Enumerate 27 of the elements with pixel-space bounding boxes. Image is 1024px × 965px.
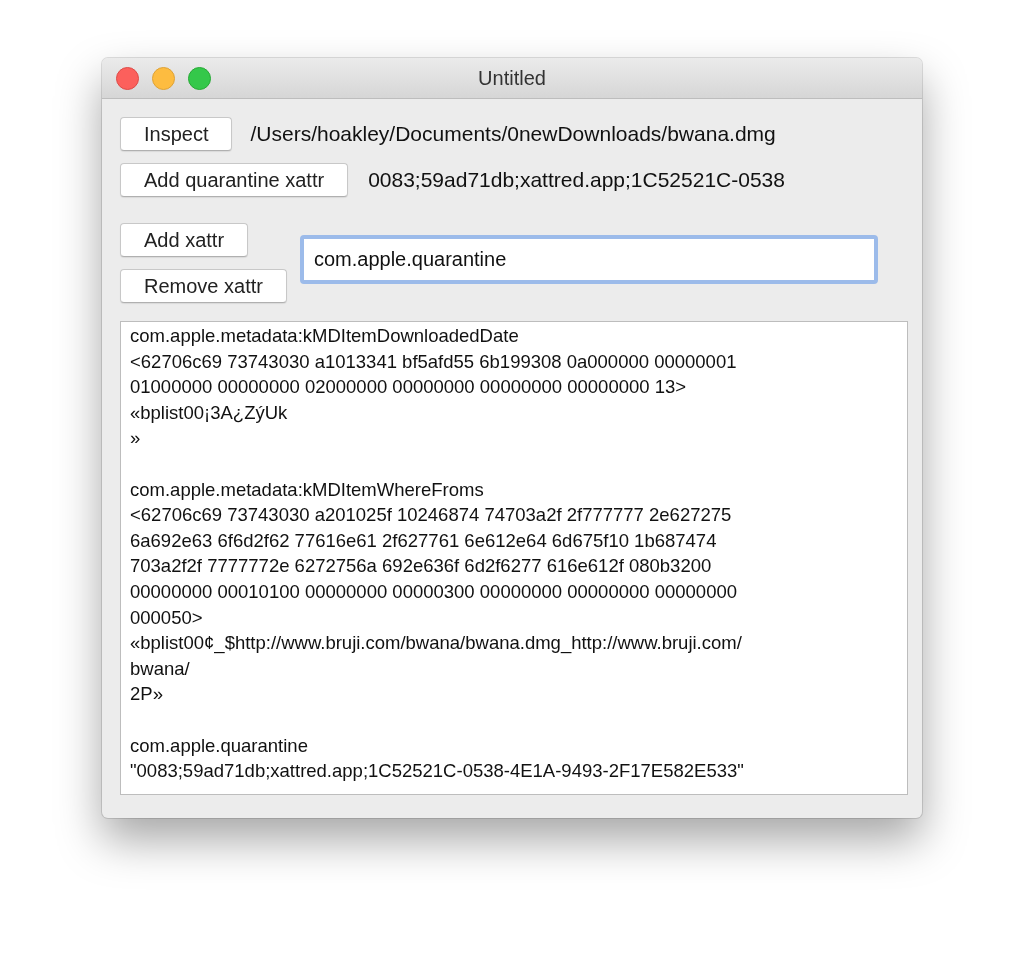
quarantine-value: 0083;59ad71db;xattred.app;1C52521C-0538 [368, 168, 785, 192]
output-line: "0083;59ad71db;xattred.app;1C52521C-0538-4E1A-9493-2F17E582E533" [130, 759, 745, 784]
output-line: com.apple.metadata:kMDItemWhereFroms [130, 477, 485, 502]
minimize-button[interactable] [152, 66, 175, 90]
output-line: «bplist00¡3A¿ZýUk [130, 400, 289, 425]
output-line: <62706c69 73743030 a1013341 bf5afd55 6b199308 0a000000 00000001 [130, 349, 738, 374]
output-line: com.apple.metadata:kMDItemDownloadedDate [130, 324, 520, 348]
xattr-name-field[interactable]: com.apple.quarantine [299, 235, 878, 284]
file-path: /Users/hoakley/Documents/0newDownloads/bwana.dmg [250, 122, 776, 146]
add-xattr-button[interactable]: Add xattr [120, 223, 249, 257]
window-title: Untitled [478, 66, 546, 90]
output-line: 01000000 00000000 02000000 00000000 00000000 00000000 13> [130, 375, 688, 400]
output-line: 703a2f2f 7777772e 6272756a 692e636f 6d2f6277 616e612f 080b3200 [130, 554, 713, 579]
output-line: <62706c69 73743030 a201025f 10246874 74703a2f 2f777777 2e627275 [130, 503, 733, 528]
output-line: 000050> [130, 605, 204, 630]
output-line: 00000000 00010100 00000000 00000300 00000000 00000000 00000000 [130, 579, 738, 604]
output-line: » [130, 426, 142, 451]
output-line: 6a692e63 6f6d2f62 77616e61 2f627761 6e612e64 6d675f10 1b687474 [130, 528, 718, 553]
zoom-button[interactable] [188, 66, 211, 90]
output-line: 2P» [130, 682, 164, 707]
close-button[interactable] [116, 66, 139, 90]
add-quarantine-button[interactable]: Add quarantine xattr [120, 163, 349, 197]
output-line: bwana/ [130, 656, 191, 681]
output-line: com.apple.quarantine [130, 733, 309, 758]
inspect-button[interactable]: Inspect [120, 117, 233, 151]
remove-xattr-button[interactable]: Remove xattr [120, 269, 287, 303]
output-line: «bplist00¢_$http://www.bruji.com/bwana/bwana.dmg_http://www.bruji.com/ [130, 631, 743, 656]
